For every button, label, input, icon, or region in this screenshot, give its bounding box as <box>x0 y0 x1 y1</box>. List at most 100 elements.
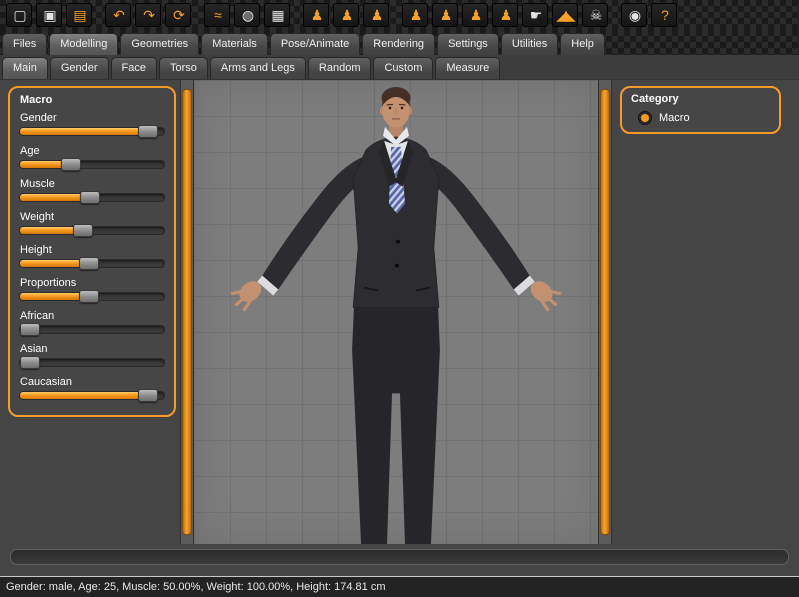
wireframe-globe-button[interactable]: ◍ <box>234 3 260 27</box>
slider-african-handle[interactable] <box>20 323 40 336</box>
subtab-random[interactable]: Random <box>308 57 372 79</box>
tab-files[interactable]: Files <box>2 33 47 55</box>
subtab-measure[interactable]: Measure <box>435 57 500 79</box>
tab-modelling[interactable]: Modelling <box>49 33 118 55</box>
symmetry-both-button[interactable]: ♟ <box>363 3 389 27</box>
subtab-custom[interactable]: Custom <box>373 57 433 79</box>
toolbar-group: ♟♟♟ <box>303 3 389 27</box>
slider-height-fill <box>20 260 88 267</box>
slider-african-track[interactable] <box>19 325 165 334</box>
slider-gender-handle[interactable] <box>138 125 158 138</box>
slider-row-weight: Weight <box>19 211 165 235</box>
toolbar-group: ♟♟♟♟☛◢◣☠ <box>402 3 608 27</box>
toolbar-group: ≈◍▦ <box>204 3 290 27</box>
slider-label-caucasian: Caucasian <box>20 376 165 388</box>
slider-age-handle[interactable] <box>61 158 81 171</box>
graph-button[interactable]: ≈ <box>204 3 230 27</box>
status-text: Gender: male, Age: 25, Muscle: 50.00%, W… <box>6 581 386 593</box>
checker-texture-button[interactable]: ▦ <box>264 3 290 27</box>
left-splitter-handle[interactable] <box>182 89 192 535</box>
character-legs[interactable] <box>352 304 440 544</box>
macro-panel-title: Macro <box>20 94 165 106</box>
feet-icon: ◢◣ <box>556 8 574 22</box>
camera-button[interactable]: ◉ <box>621 3 647 27</box>
tab-settings[interactable]: Settings <box>437 33 499 55</box>
slider-label-height: Height <box>20 244 165 256</box>
slider-caucasian-handle[interactable] <box>138 389 158 402</box>
symmetry-left-icon: ♟ <box>311 8 322 22</box>
character-head[interactable] <box>380 87 412 127</box>
menu-tab-bar: FilesModellingGeometriesMaterialsPose/An… <box>0 30 799 55</box>
slider-height-handle[interactable] <box>79 257 99 270</box>
pose-figure-button[interactable]: ♟ <box>492 3 518 27</box>
slider-proportions-fill <box>20 293 88 300</box>
symmetry-right-button[interactable]: ♟ <box>333 3 359 27</box>
reload-icon: ⟳ <box>173 8 183 22</box>
slider-row-muscle: Muscle <box>19 178 165 202</box>
undo-icon: ↶ <box>113 8 123 22</box>
subtab-arms-and-legs[interactable]: Arms and Legs <box>210 57 306 79</box>
feet-button[interactable]: ◢◣ <box>552 3 578 27</box>
left-splitter-track[interactable] <box>180 80 194 544</box>
slider-asian-track[interactable] <box>19 358 165 367</box>
help-icon: ? <box>661 8 667 22</box>
tab-help[interactable]: Help <box>560 33 605 55</box>
subtab-face[interactable]: Face <box>111 57 157 79</box>
camera-icon: ◉ <box>629 8 639 22</box>
slider-label-african: African <box>20 310 165 322</box>
main-content: Macro GenderAgeMuscleWeightHeightProport… <box>0 80 799 544</box>
slider-caucasian-track[interactable] <box>19 391 165 400</box>
category-options: Macro <box>630 111 771 125</box>
slider-age-track[interactable] <box>19 160 165 169</box>
save-icon: ▣ <box>43 8 54 22</box>
torso-figure-button[interactable]: ♟ <box>462 3 488 27</box>
slider-row-caucasian: Caucasian <box>19 376 165 400</box>
makehuman-window: ▢▣▤↶↷⟳≈◍▦♟♟♟♟♟♟♟☛◢◣☠◉? FilesModellingGeo… <box>0 0 799 597</box>
subtab-torso[interactable]: Torso <box>159 57 208 79</box>
slider-weight-track[interactable] <box>19 226 165 235</box>
export-button[interactable]: ▤ <box>66 3 92 27</box>
slider-muscle-handle[interactable] <box>80 191 100 204</box>
slider-weight-handle[interactable] <box>73 224 93 237</box>
radio-icon <box>638 111 652 125</box>
skeleton-button[interactable]: ☠ <box>582 3 608 27</box>
tab-materials[interactable]: Materials <box>201 33 268 55</box>
slider-muscle-track[interactable] <box>19 193 165 202</box>
toolbar-group: ↶ ↷ ⟳ <box>105 3 191 27</box>
help-button[interactable]: ? <box>651 3 677 27</box>
left-panel-area: Macro GenderAgeMuscleWeightHeightProport… <box>0 80 180 544</box>
toolbar-group: ◉? <box>621 3 677 27</box>
slider-proportions-handle[interactable] <box>79 290 99 303</box>
slider-label-age: Age <box>20 145 165 157</box>
subtab-main[interactable]: Main <box>2 57 48 79</box>
tab-utilities[interactable]: Utilities <box>501 33 558 55</box>
character-model[interactable] <box>194 80 598 544</box>
head-figure-button[interactable]: ♟ <box>432 3 458 27</box>
tab-geometries[interactable]: Geometries <box>120 33 199 55</box>
slider-height-track[interactable] <box>19 259 165 268</box>
hand-button[interactable]: ☛ <box>522 3 548 27</box>
tab-rendering[interactable]: Rendering <box>362 33 435 55</box>
redo-icon: ↷ <box>143 8 153 22</box>
load-button[interactable]: ▢ <box>6 3 32 27</box>
progress-bar-row <box>0 544 799 570</box>
slider-asian-handle[interactable] <box>20 356 40 369</box>
body-figure-button[interactable]: ♟ <box>402 3 428 27</box>
category-option-macro[interactable]: Macro <box>638 111 771 125</box>
undo-button[interactable]: ↶ <box>105 3 131 27</box>
viewport-3d[interactable] <box>194 80 598 544</box>
slider-gender-track[interactable] <box>19 127 165 136</box>
slider-proportions-track[interactable] <box>19 292 165 301</box>
subtab-gender[interactable]: Gender <box>50 57 109 79</box>
slider-label-muscle: Muscle <box>20 178 165 190</box>
save-button[interactable]: ▣ <box>36 3 62 27</box>
reload-button[interactable]: ⟳ <box>165 3 191 27</box>
tab-pose-animate[interactable]: Pose/Animate <box>270 33 360 55</box>
slider-gender-fill <box>20 128 147 135</box>
category-panel-title: Category <box>631 93 771 105</box>
character-torso[interactable] <box>353 127 439 308</box>
symmetry-left-button[interactable]: ♟ <box>303 3 329 27</box>
right-splitter-track[interactable] <box>598 80 612 544</box>
redo-button[interactable]: ↷ <box>135 3 161 27</box>
right-splitter-handle[interactable] <box>600 89 610 535</box>
